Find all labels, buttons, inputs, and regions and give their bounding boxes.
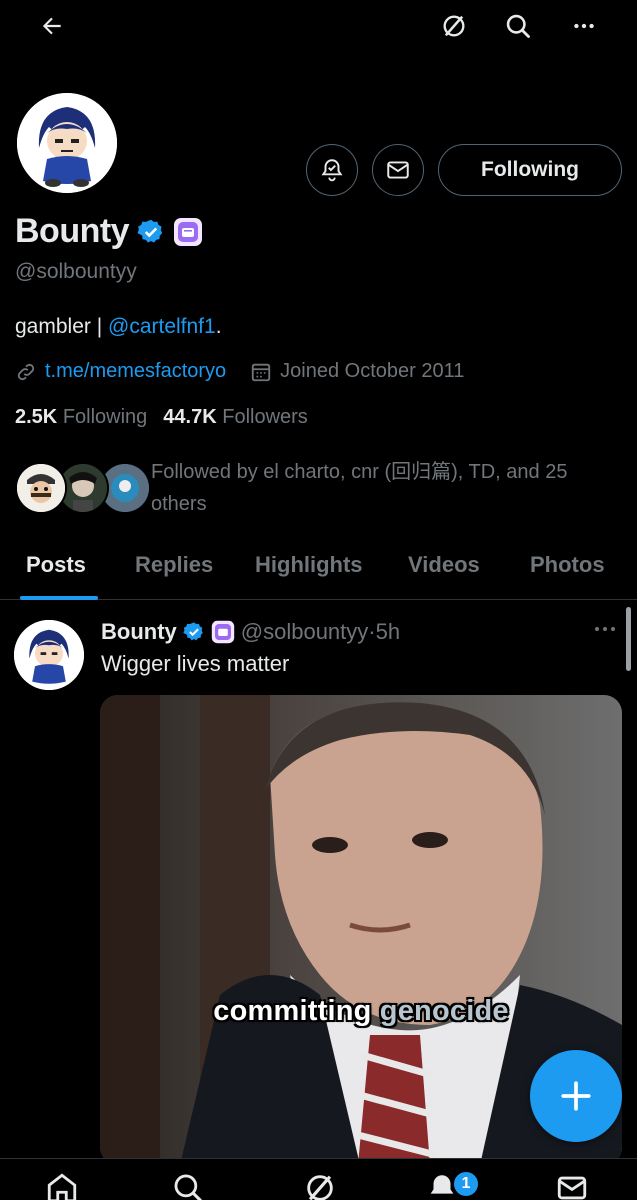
following-label: Following	[62, 406, 148, 428]
caption-part-2: genocide	[371, 995, 509, 1027]
followed-by-row[interactable]: Followed by el charto, cnr (回归篇), TD, an…	[15, 454, 625, 524]
profile-meta: t.me/memesfactoryo Joined October 2011	[15, 360, 464, 383]
message-button[interactable]	[372, 144, 424, 196]
post-more-icon[interactable]	[592, 619, 618, 644]
bell-check-icon	[321, 159, 343, 182]
tab-photos[interactable]: Photos	[530, 552, 605, 578]
tab-videos[interactable]: Videos	[408, 552, 480, 578]
post-text: Wigger lives matter	[101, 651, 290, 676]
follower-avatar	[15, 462, 67, 514]
verified-icon[interactable]	[137, 218, 165, 246]
profile-avatar[interactable]	[14, 90, 120, 196]
post-avatar[interactable]	[14, 620, 84, 690]
profile-stats: 2.5K Following 44.7K Followers	[15, 406, 308, 429]
nav-home[interactable]	[40, 1171, 84, 1200]
mail-icon	[387, 161, 409, 179]
nav-grok[interactable]	[298, 1171, 342, 1200]
scrollbar[interactable]	[626, 607, 631, 671]
search-icon	[174, 1174, 202, 1200]
profile-website-link[interactable]: t.me/memesfactoryo	[45, 360, 226, 383]
profile-bio: gambler | @cartelfnf1.	[15, 315, 222, 339]
post-handle-text: @solbountyy	[240, 619, 369, 644]
plus-icon	[561, 1081, 591, 1111]
compose-post-button[interactable]	[530, 1050, 622, 1142]
top-bar	[0, 0, 637, 58]
notification-badge: 1	[452, 1170, 480, 1198]
post-header: Bounty @solbountyy·5h	[101, 619, 400, 645]
affiliate-badge-icon[interactable]	[173, 217, 203, 247]
active-tab-indicator	[20, 596, 98, 600]
followers-label: Followers	[222, 406, 308, 428]
profile-name-row: Bounty	[15, 212, 203, 251]
tab-posts[interactable]: Posts	[26, 552, 86, 578]
nav-search[interactable]	[166, 1171, 210, 1200]
back-arrow-icon[interactable]	[30, 4, 74, 48]
bottom-nav	[0, 1158, 637, 1200]
following-count: 2.5K	[15, 406, 58, 428]
mail-icon	[557, 1176, 587, 1200]
video-caption: committing genocide	[100, 995, 622, 1028]
bio-mention-link[interactable]: @cartelfnf1	[108, 315, 216, 338]
post-time: 5h	[375, 619, 401, 644]
calendar-icon	[252, 363, 271, 381]
caption-part-1: committing	[213, 995, 372, 1027]
post-author-handle: @solbountyy·5h	[241, 619, 400, 645]
post-dot: ·	[368, 619, 376, 644]
search-icon[interactable]	[496, 4, 540, 48]
home-icon	[47, 1173, 77, 1200]
link-icon	[17, 363, 35, 380]
followed-by-text: Followed by el charto, cnr (回归篇), TD, an…	[151, 461, 568, 515]
tab-highlights[interactable]: Highlights	[255, 552, 363, 578]
grok-icon	[307, 1175, 333, 1200]
joined-date: Joined October 2011	[280, 360, 465, 382]
affiliate-badge-icon	[211, 620, 234, 644]
post-author-name[interactable]: Bounty	[101, 619, 177, 645]
nav-messages[interactable]	[550, 1171, 594, 1200]
following-stat[interactable]: 2.5K Following	[15, 406, 147, 429]
tab-replies[interactable]: Replies	[135, 552, 213, 578]
verified-icon	[183, 622, 203, 641]
profile-handle: @solbountyy	[15, 260, 137, 283]
followers-count: 44.7K	[163, 406, 217, 428]
following-button[interactable]: Following	[438, 144, 622, 196]
bio-text: gambler |	[15, 315, 108, 338]
profile-tabs: Posts Replies Highlights Videos Photos	[0, 540, 637, 600]
profile-name: Bounty	[15, 212, 130, 250]
followers-stat[interactable]: 44.7K Followers	[163, 406, 308, 429]
grok-icon[interactable]	[432, 4, 476, 48]
bio-suffix: .	[215, 315, 222, 338]
notify-bell-button[interactable]	[306, 144, 358, 196]
more-icon[interactable]	[562, 4, 606, 48]
